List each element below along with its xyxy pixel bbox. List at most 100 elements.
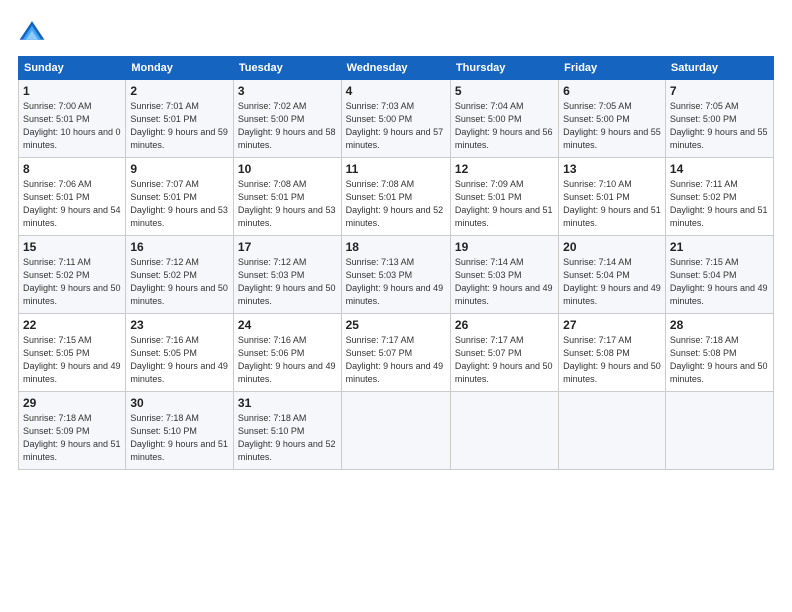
calendar-cell [450,392,558,470]
calendar-cell: 21 Sunrise: 7:15 AMSunset: 5:04 PMDaylig… [665,236,773,314]
day-number: 25 [346,318,446,332]
calendar-week-row: 22 Sunrise: 7:15 AMSunset: 5:05 PMDaylig… [19,314,774,392]
day-number: 7 [670,84,769,98]
calendar-week-row: 1 Sunrise: 7:00 AMSunset: 5:01 PMDayligh… [19,80,774,158]
calendar-cell: 20 Sunrise: 7:14 AMSunset: 5:04 PMDaylig… [559,236,666,314]
calendar-cell: 22 Sunrise: 7:15 AMSunset: 5:05 PMDaylig… [19,314,126,392]
day-number: 24 [238,318,337,332]
day-number: 5 [455,84,554,98]
day-info: Sunrise: 7:15 AMSunset: 5:04 PMDaylight:… [670,257,768,306]
day-info: Sunrise: 7:01 AMSunset: 5:01 PMDaylight:… [130,101,228,150]
calendar-header-thursday: Thursday [450,57,558,80]
day-number: 19 [455,240,554,254]
calendar-cell: 9 Sunrise: 7:07 AMSunset: 5:01 PMDayligh… [126,158,234,236]
calendar-cell: 12 Sunrise: 7:09 AMSunset: 5:01 PMDaylig… [450,158,558,236]
calendar-header-sunday: Sunday [19,57,126,80]
day-info: Sunrise: 7:00 AMSunset: 5:01 PMDaylight:… [23,101,121,150]
day-number: 17 [238,240,337,254]
header [18,18,774,46]
calendar-header-friday: Friday [559,57,666,80]
day-info: Sunrise: 7:18 AMSunset: 5:10 PMDaylight:… [130,413,228,462]
calendar-cell: 29 Sunrise: 7:18 AMSunset: 5:09 PMDaylig… [19,392,126,470]
day-info: Sunrise: 7:18 AMSunset: 5:08 PMDaylight:… [670,335,768,384]
day-number: 30 [130,396,229,410]
calendar-cell [559,392,666,470]
calendar-header-monday: Monday [126,57,234,80]
calendar-header-wednesday: Wednesday [341,57,450,80]
day-info: Sunrise: 7:12 AMSunset: 5:02 PMDaylight:… [130,257,228,306]
calendar-cell: 16 Sunrise: 7:12 AMSunset: 5:02 PMDaylig… [126,236,234,314]
calendar-cell: 18 Sunrise: 7:13 AMSunset: 5:03 PMDaylig… [341,236,450,314]
day-info: Sunrise: 7:11 AMSunset: 5:02 PMDaylight:… [670,179,768,228]
calendar-cell: 10 Sunrise: 7:08 AMSunset: 5:01 PMDaylig… [233,158,341,236]
calendar-header-row: SundayMondayTuesdayWednesdayThursdayFrid… [19,57,774,80]
day-info: Sunrise: 7:06 AMSunset: 5:01 PMDaylight:… [23,179,121,228]
calendar-cell: 2 Sunrise: 7:01 AMSunset: 5:01 PMDayligh… [126,80,234,158]
day-number: 21 [670,240,769,254]
calendar-cell: 3 Sunrise: 7:02 AMSunset: 5:00 PMDayligh… [233,80,341,158]
day-number: 22 [23,318,121,332]
calendar-cell: 5 Sunrise: 7:04 AMSunset: 5:00 PMDayligh… [450,80,558,158]
day-number: 23 [130,318,229,332]
day-number: 15 [23,240,121,254]
day-info: Sunrise: 7:05 AMSunset: 5:00 PMDaylight:… [670,101,768,150]
calendar-table: SundayMondayTuesdayWednesdayThursdayFrid… [18,56,774,470]
day-info: Sunrise: 7:14 AMSunset: 5:03 PMDaylight:… [455,257,553,306]
calendar-cell: 11 Sunrise: 7:08 AMSunset: 5:01 PMDaylig… [341,158,450,236]
calendar-cell: 19 Sunrise: 7:14 AMSunset: 5:03 PMDaylig… [450,236,558,314]
calendar-cell: 14 Sunrise: 7:11 AMSunset: 5:02 PMDaylig… [665,158,773,236]
calendar-cell: 1 Sunrise: 7:00 AMSunset: 5:01 PMDayligh… [19,80,126,158]
day-info: Sunrise: 7:04 AMSunset: 5:00 PMDaylight:… [455,101,553,150]
calendar-cell: 28 Sunrise: 7:18 AMSunset: 5:08 PMDaylig… [665,314,773,392]
day-info: Sunrise: 7:14 AMSunset: 5:04 PMDaylight:… [563,257,661,306]
day-number: 2 [130,84,229,98]
day-number: 18 [346,240,446,254]
calendar-header-tuesday: Tuesday [233,57,341,80]
calendar-cell: 4 Sunrise: 7:03 AMSunset: 5:00 PMDayligh… [341,80,450,158]
calendar-cell: 25 Sunrise: 7:17 AMSunset: 5:07 PMDaylig… [341,314,450,392]
day-info: Sunrise: 7:02 AMSunset: 5:00 PMDaylight:… [238,101,336,150]
calendar-week-row: 15 Sunrise: 7:11 AMSunset: 5:02 PMDaylig… [19,236,774,314]
calendar-cell: 27 Sunrise: 7:17 AMSunset: 5:08 PMDaylig… [559,314,666,392]
day-number: 31 [238,396,337,410]
day-info: Sunrise: 7:11 AMSunset: 5:02 PMDaylight:… [23,257,121,306]
calendar-cell: 15 Sunrise: 7:11 AMSunset: 5:02 PMDaylig… [19,236,126,314]
day-info: Sunrise: 7:12 AMSunset: 5:03 PMDaylight:… [238,257,336,306]
day-info: Sunrise: 7:08 AMSunset: 5:01 PMDaylight:… [346,179,444,228]
day-number: 10 [238,162,337,176]
day-number: 1 [23,84,121,98]
day-number: 4 [346,84,446,98]
calendar-cell: 24 Sunrise: 7:16 AMSunset: 5:06 PMDaylig… [233,314,341,392]
logo-icon [18,18,46,46]
day-info: Sunrise: 7:13 AMSunset: 5:03 PMDaylight:… [346,257,444,306]
day-number: 26 [455,318,554,332]
calendar-cell [665,392,773,470]
day-info: Sunrise: 7:17 AMSunset: 5:07 PMDaylight:… [455,335,553,384]
calendar-week-row: 8 Sunrise: 7:06 AMSunset: 5:01 PMDayligh… [19,158,774,236]
logo [18,18,48,46]
calendar-cell: 8 Sunrise: 7:06 AMSunset: 5:01 PMDayligh… [19,158,126,236]
day-info: Sunrise: 7:17 AMSunset: 5:07 PMDaylight:… [346,335,444,384]
day-info: Sunrise: 7:16 AMSunset: 5:05 PMDaylight:… [130,335,228,384]
calendar-week-row: 29 Sunrise: 7:18 AMSunset: 5:09 PMDaylig… [19,392,774,470]
day-info: Sunrise: 7:09 AMSunset: 5:01 PMDaylight:… [455,179,553,228]
day-info: Sunrise: 7:18 AMSunset: 5:09 PMDaylight:… [23,413,121,462]
day-number: 6 [563,84,661,98]
day-number: 13 [563,162,661,176]
day-number: 14 [670,162,769,176]
day-info: Sunrise: 7:16 AMSunset: 5:06 PMDaylight:… [238,335,336,384]
page: SundayMondayTuesdayWednesdayThursdayFrid… [0,0,792,612]
day-info: Sunrise: 7:03 AMSunset: 5:00 PMDaylight:… [346,101,444,150]
calendar-cell: 23 Sunrise: 7:16 AMSunset: 5:05 PMDaylig… [126,314,234,392]
day-info: Sunrise: 7:08 AMSunset: 5:01 PMDaylight:… [238,179,336,228]
day-number: 11 [346,162,446,176]
day-number: 9 [130,162,229,176]
day-info: Sunrise: 7:10 AMSunset: 5:01 PMDaylight:… [563,179,661,228]
day-number: 28 [670,318,769,332]
day-info: Sunrise: 7:17 AMSunset: 5:08 PMDaylight:… [563,335,661,384]
day-info: Sunrise: 7:18 AMSunset: 5:10 PMDaylight:… [238,413,336,462]
calendar-cell: 30 Sunrise: 7:18 AMSunset: 5:10 PMDaylig… [126,392,234,470]
day-number: 27 [563,318,661,332]
day-number: 3 [238,84,337,98]
calendar-cell: 7 Sunrise: 7:05 AMSunset: 5:00 PMDayligh… [665,80,773,158]
